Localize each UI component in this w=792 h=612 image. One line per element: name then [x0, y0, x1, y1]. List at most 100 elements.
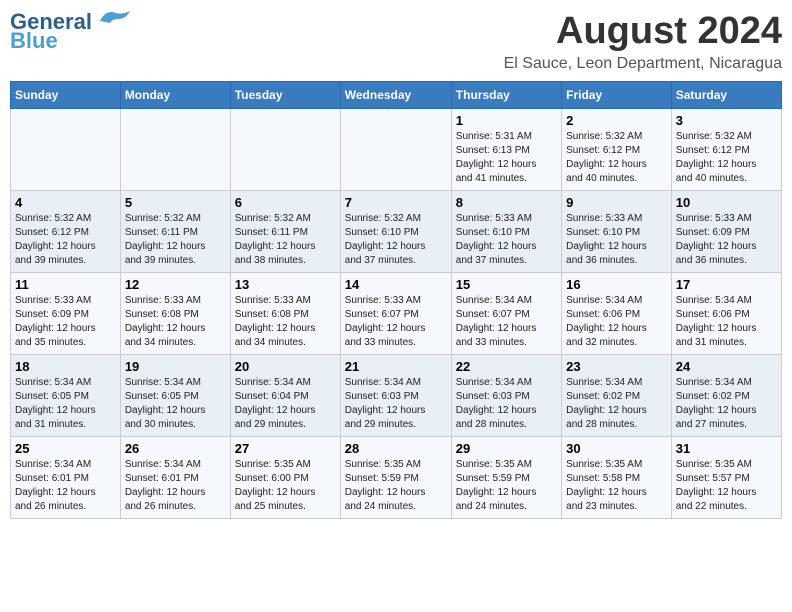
- day-number: 26: [125, 441, 226, 456]
- day-info: Sunrise: 5:35 AM Sunset: 5:58 PM Dayligh…: [566, 458, 667, 514]
- day-info: Sunrise: 5:32 AM Sunset: 6:11 PM Dayligh…: [235, 212, 336, 268]
- day-info: Sunrise: 5:33 AM Sunset: 6:09 PM Dayligh…: [15, 294, 116, 350]
- calendar-cell: 27Sunrise: 5:35 AM Sunset: 6:00 PM Dayli…: [230, 437, 340, 519]
- day-info: Sunrise: 5:33 AM Sunset: 6:07 PM Dayligh…: [345, 294, 447, 350]
- day-info: Sunrise: 5:32 AM Sunset: 6:10 PM Dayligh…: [345, 212, 447, 268]
- day-number: 12: [125, 277, 226, 292]
- day-number: 20: [235, 359, 336, 374]
- calendar-cell: 20 Sunrise: 5:34 AM Sunset: 6:04 PM Dayli…: [230, 355, 340, 437]
- calendar-cell: 25 Sunrise: 5:34 AM Sunset: 6:01 PM Dayli…: [11, 437, 121, 519]
- day-number: 30: [566, 441, 667, 456]
- calendar-cell: [120, 109, 230, 191]
- week-row-4: 18 Sunrise: 5:34 AM Sunset: 6:05 PM Dayli…: [11, 355, 782, 437]
- calendar-cell: [230, 109, 340, 191]
- day-number: 14: [345, 277, 447, 292]
- day-info: Sunrise: 5:35 AM Sunset: 5:59 PM Dayligh…: [345, 458, 447, 514]
- calendar-cell: [11, 109, 121, 191]
- calendar-cell: 18 Sunrise: 5:34 AM Sunset: 6:05 PM Dayli…: [11, 355, 121, 437]
- page-header: General Blue August 2024 El Sauce, Leon …: [10, 10, 782, 73]
- day-number: 17: [676, 277, 777, 292]
- calendar-cell: 1 Sunrise: 5:31 AM Sunset: 6:13 PM Daylig…: [451, 109, 561, 191]
- day-number: 31: [676, 441, 777, 456]
- day-info: Sunrise: 5:32 AM Sunset: 6:12 PM Dayligh…: [676, 130, 777, 186]
- calendar-cell: 3 Sunrise: 5:32 AM Sunset: 6:12 PM Daylig…: [671, 109, 781, 191]
- calendar-cell: 8Sunrise: 5:33 AM Sunset: 6:10 PM Daylig…: [451, 191, 561, 273]
- day-info: Sunrise: 5:34 AM Sunset: 6:06 PM Dayligh…: [566, 294, 667, 350]
- day-number: 19: [125, 359, 226, 374]
- calendar-table: SundayMondayTuesdayWednesdayThursdayFrid…: [10, 81, 782, 519]
- day-info: Sunrise: 5:33 AM Sunset: 6:09 PM Dayligh…: [676, 212, 777, 268]
- logo: General Blue: [10, 10, 132, 52]
- calendar-cell: 30 Sunrise: 5:35 AM Sunset: 5:58 PM Dayli…: [562, 437, 672, 519]
- day-info: Sunrise: 5:34 AM Sunset: 6:01 PM Dayligh…: [125, 458, 226, 514]
- day-number: 21: [345, 359, 447, 374]
- calendar-cell: 16 Sunrise: 5:34 AM Sunset: 6:06 PM Dayli…: [562, 273, 672, 355]
- calendar-cell: [340, 109, 451, 191]
- day-number: 22: [456, 359, 557, 374]
- day-info: Sunrise: 5:33 AM Sunset: 6:10 PM Dayligh…: [566, 212, 667, 268]
- day-number: 24: [676, 359, 777, 374]
- day-number: 10: [676, 195, 777, 210]
- calendar-cell: 22 Sunrise: 5:34 AM Sunset: 6:03 PM Dayli…: [451, 355, 561, 437]
- day-info: Sunrise: 5:35 AM Sunset: 6:00 PM Dayligh…: [235, 458, 336, 514]
- col-header-thursday: Thursday: [451, 82, 561, 109]
- col-header-friday: Friday: [562, 82, 672, 109]
- day-number: 9: [566, 195, 667, 210]
- day-info: Sunrise: 5:35 AM Sunset: 5:57 PM Dayligh…: [676, 458, 777, 514]
- logo-bird-icon: [94, 7, 132, 35]
- day-info: Sunrise: 5:32 AM Sunset: 6:11 PM Dayligh…: [125, 212, 226, 268]
- calendar-cell: 17Sunrise: 5:34 AM Sunset: 6:06 PM Dayli…: [671, 273, 781, 355]
- day-info: Sunrise: 5:34 AM Sunset: 6:04 PM Dayligh…: [235, 376, 336, 432]
- calendar-cell: 2 Sunrise: 5:32 AM Sunset: 6:12 PM Daylig…: [562, 109, 672, 191]
- calendar-cell: 6Sunrise: 5:32 AM Sunset: 6:11 PM Daylig…: [230, 191, 340, 273]
- week-row-1: 1 Sunrise: 5:31 AM Sunset: 6:13 PM Daylig…: [11, 109, 782, 191]
- week-row-5: 25 Sunrise: 5:34 AM Sunset: 6:01 PM Dayli…: [11, 437, 782, 519]
- logo-blue: Blue: [10, 29, 92, 52]
- calendar-cell: 23Sunrise: 5:34 AM Sunset: 6:02 PM Dayli…: [562, 355, 672, 437]
- day-number: 16: [566, 277, 667, 292]
- day-number: 8: [456, 195, 557, 210]
- day-info: Sunrise: 5:34 AM Sunset: 6:05 PM Dayligh…: [15, 376, 116, 432]
- calendar-cell: 31 Sunrise: 5:35 AM Sunset: 5:57 PM Dayli…: [671, 437, 781, 519]
- day-info: Sunrise: 5:31 AM Sunset: 6:13 PM Dayligh…: [456, 130, 557, 186]
- day-number: 23: [566, 359, 667, 374]
- day-info: Sunrise: 5:32 AM Sunset: 6:12 PM Dayligh…: [15, 212, 116, 268]
- day-number: 18: [15, 359, 116, 374]
- day-number: 11: [15, 277, 116, 292]
- week-row-3: 11 Sunrise: 5:33 AM Sunset: 6:09 PM Dayli…: [11, 273, 782, 355]
- day-info: Sunrise: 5:33 AM Sunset: 6:08 PM Dayligh…: [125, 294, 226, 350]
- title-block: August 2024 El Sauce, Leon Department, N…: [504, 10, 782, 73]
- day-info: Sunrise: 5:33 AM Sunset: 6:08 PM Dayligh…: [235, 294, 336, 350]
- week-row-2: 4 Sunrise: 5:32 AM Sunset: 6:12 PM Daylig…: [11, 191, 782, 273]
- calendar-cell: 13 Sunrise: 5:33 AM Sunset: 6:08 PM Dayli…: [230, 273, 340, 355]
- calendar-cell: 7Sunrise: 5:32 AM Sunset: 6:10 PM Daylig…: [340, 191, 451, 273]
- day-number: 25: [15, 441, 116, 456]
- calendar-cell: 10 Sunrise: 5:33 AM Sunset: 6:09 PM Dayli…: [671, 191, 781, 273]
- main-title: August 2024: [504, 10, 782, 53]
- day-number: 2: [566, 113, 667, 128]
- calendar-header: SundayMondayTuesdayWednesdayThursdayFrid…: [11, 82, 782, 109]
- day-info: Sunrise: 5:34 AM Sunset: 6:03 PM Dayligh…: [456, 376, 557, 432]
- day-info: Sunrise: 5:32 AM Sunset: 6:12 PM Dayligh…: [566, 130, 667, 186]
- subtitle: El Sauce, Leon Department, Nicaragua: [504, 55, 782, 73]
- day-number: 1: [456, 113, 557, 128]
- day-info: Sunrise: 5:34 AM Sunset: 6:03 PM Dayligh…: [345, 376, 447, 432]
- day-number: 3: [676, 113, 777, 128]
- calendar-cell: 5Sunrise: 5:32 AM Sunset: 6:11 PM Daylig…: [120, 191, 230, 273]
- day-info: Sunrise: 5:34 AM Sunset: 6:07 PM Dayligh…: [456, 294, 557, 350]
- day-info: Sunrise: 5:34 AM Sunset: 6:01 PM Dayligh…: [15, 458, 116, 514]
- day-number: 4: [15, 195, 116, 210]
- day-number: 29: [456, 441, 557, 456]
- calendar-cell: 21 Sunrise: 5:34 AM Sunset: 6:03 PM Dayli…: [340, 355, 451, 437]
- day-number: 13: [235, 277, 336, 292]
- col-header-wednesday: Wednesday: [340, 82, 451, 109]
- day-info: Sunrise: 5:35 AM Sunset: 5:59 PM Dayligh…: [456, 458, 557, 514]
- col-header-sunday: Sunday: [11, 82, 121, 109]
- calendar-cell: 29 Sunrise: 5:35 AM Sunset: 5:59 PM Dayli…: [451, 437, 561, 519]
- day-number: 28: [345, 441, 447, 456]
- col-header-saturday: Saturday: [671, 82, 781, 109]
- calendar-cell: 28 Sunrise: 5:35 AM Sunset: 5:59 PM Dayli…: [340, 437, 451, 519]
- col-header-tuesday: Tuesday: [230, 82, 340, 109]
- col-header-monday: Monday: [120, 82, 230, 109]
- calendar-cell: 19Sunrise: 5:34 AM Sunset: 6:05 PM Dayli…: [120, 355, 230, 437]
